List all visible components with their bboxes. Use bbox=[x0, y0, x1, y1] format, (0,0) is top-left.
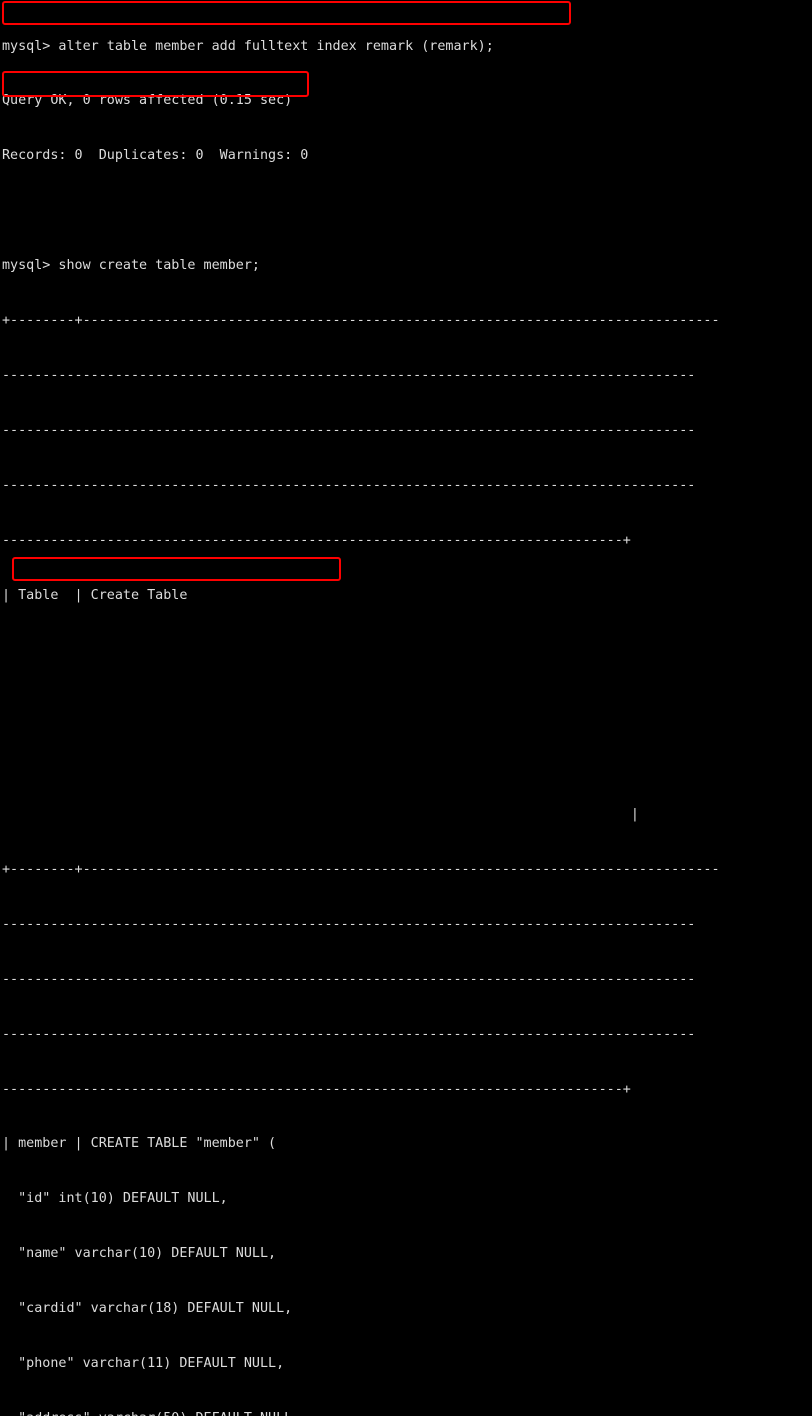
terminal-line: mysql> show create table member; bbox=[2, 258, 260, 274]
terminal-line: Query OK, 0 rows affected (0.15 sec) bbox=[2, 93, 293, 109]
terminal-line: Records: 0 Duplicates: 0 Warnings: 0 bbox=[2, 148, 309, 164]
terminal-window[interactable]: mysql> alter table member add fulltext i… bbox=[0, 0, 812, 1416]
terminal-line: mysql> alter table member add fulltext i… bbox=[2, 38, 494, 54]
terminal-line: ----------------------------------------… bbox=[2, 422, 696, 438]
terminal-line: ----------------------------------------… bbox=[2, 532, 631, 548]
terminal-line: +--------+------------------------------… bbox=[2, 861, 720, 877]
terminal-line: ----------------------------------------… bbox=[2, 367, 696, 383]
terminal-line: ----------------------------------------… bbox=[2, 1081, 631, 1097]
terminal-line: "name" varchar(10) DEFAULT NULL, bbox=[2, 1246, 277, 1262]
terminal-line: +--------+------------------------------… bbox=[2, 313, 720, 329]
terminal-line: ----------------------------------------… bbox=[2, 1026, 696, 1042]
terminal-line: | Table | Create Table bbox=[2, 587, 188, 603]
terminal-line: | bbox=[2, 807, 639, 823]
terminal-line: ----------------------------------------… bbox=[2, 971, 696, 987]
terminal-line: "phone" varchar(11) DEFAULT NULL, bbox=[2, 1355, 285, 1371]
terminal-line: | member | CREATE TABLE "member" ( bbox=[2, 1136, 277, 1152]
terminal-line: ----------------------------------------… bbox=[2, 477, 696, 493]
terminal-line: "address" varchar(50) DEFAULT NULL, bbox=[2, 1410, 720, 1416]
terminal-output: mysql> alter table member add fulltext i… bbox=[2, 1, 720, 1416]
terminal-line: ----------------------------------------… bbox=[2, 916, 696, 932]
terminal-line: "cardid" varchar(18) DEFAULT NULL, bbox=[2, 1301, 293, 1317]
terminal-line: "id" int(10) DEFAULT NULL, bbox=[2, 1191, 228, 1207]
